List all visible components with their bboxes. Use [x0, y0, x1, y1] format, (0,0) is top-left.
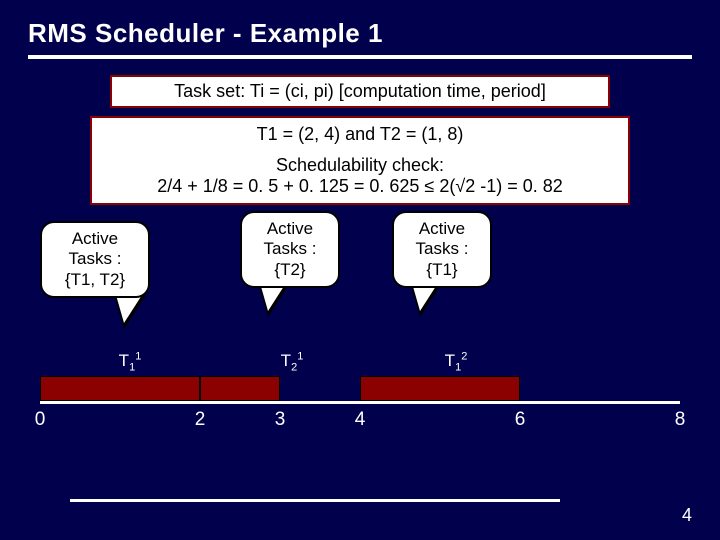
callout-line: Tasks : [69, 249, 122, 268]
callout-line: {T1, T2} [65, 270, 125, 289]
callout-line: Tasks : [264, 239, 317, 258]
bar-sup: 1 [297, 350, 303, 362]
taskset-box: Task set: Ti = (ci, pi) [computation tim… [110, 75, 610, 108]
bar-sub: 2 [291, 361, 297, 373]
bar-sub: 1 [455, 361, 461, 373]
tick-8: 8 [660, 409, 700, 431]
tasks-def: T1 = (2, 4) and T2 = (1, 8) [100, 124, 620, 145]
bar-label-t1-1: T11 [100, 351, 160, 371]
bar-label-t2-1: T21 [262, 351, 322, 371]
tick-2: 2 [180, 409, 220, 431]
sched-check-eq: 2/4 + 1/8 = 0. 5 + 0. 125 = 0. 625 ≤ 2(√… [100, 176, 620, 197]
bar-text: T [445, 351, 455, 370]
timeline-axis [40, 401, 680, 404]
callout-active-2: Active Tasks : {T2} [240, 211, 340, 288]
tick-3: 3 [260, 409, 300, 431]
bar-t1-2 [360, 376, 520, 401]
bar-text: T [281, 351, 291, 370]
taskset-text: Task set: Ti = (ci, pi) [computation tim… [174, 81, 546, 101]
callout-line: {T2} [274, 260, 305, 279]
bar-label-t1-2: T12 [426, 351, 486, 371]
tick-0: 0 [20, 409, 60, 431]
timeline-chart: Active Tasks : {T1, T2} Active Tasks : {… [40, 221, 680, 461]
divider-bottom [70, 499, 560, 502]
schedulability-box: T1 = (2, 4) and T2 = (1, 8) Schedulabili… [90, 116, 630, 205]
bar-sup: 1 [135, 350, 141, 362]
bar-t2-1 [200, 376, 280, 401]
callout-line: Active [419, 219, 465, 238]
bar-t1-1 [40, 376, 200, 401]
bar-sup: 2 [461, 350, 467, 362]
tick-4: 4 [340, 409, 380, 431]
sched-check-label: Schedulability check: [100, 155, 620, 176]
callout-line: Active [72, 229, 118, 248]
callout-line: Tasks : [416, 239, 469, 258]
callout-line: Active [267, 219, 313, 238]
page-number: 4 [682, 505, 692, 526]
callout-active-3: Active Tasks : {T1} [392, 211, 492, 288]
divider-top [28, 55, 692, 59]
callout-active-1: Active Tasks : {T1, T2} [40, 221, 150, 298]
bar-sub: 1 [129, 361, 135, 373]
page-title: RMS Scheduler - Example 1 [28, 18, 692, 49]
tick-6: 6 [500, 409, 540, 431]
bar-text: T [119, 351, 129, 370]
callout-line: {T1} [426, 260, 457, 279]
